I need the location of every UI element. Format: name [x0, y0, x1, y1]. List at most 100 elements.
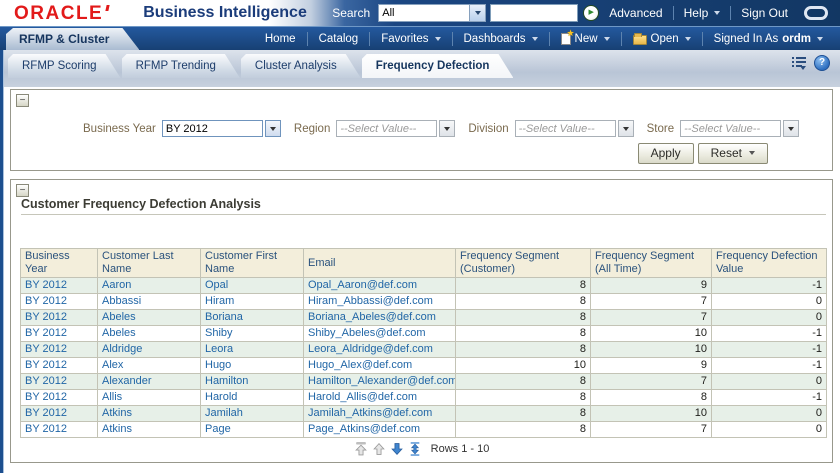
store-select[interactable]: --Select Value--: [680, 120, 781, 137]
region-dropdown-button[interactable]: [439, 120, 455, 137]
nav-dashboards[interactable]: Dashboards: [453, 33, 549, 45]
column-header: Business Year: [21, 249, 98, 278]
table-cell: 0: [712, 294, 827, 310]
search-area: Search All ▶ Advanced Help Sign Out: [332, 4, 832, 22]
chevron-down-icon: [685, 37, 691, 41]
tab-rfmp-scoring[interactable]: RFMP Scoring: [8, 54, 121, 78]
filter-store: Store --Select Value--: [647, 120, 800, 137]
column-header: Frequency Segment (Customer): [456, 249, 591, 278]
table-cell: -1: [712, 390, 827, 406]
pagination-up-icon[interactable]: [372, 442, 386, 456]
column-header: Customer First Name: [201, 249, 304, 278]
table-cell: Hamilton: [201, 374, 304, 390]
collapse-analysis-button[interactable]: −: [16, 184, 29, 197]
division-label: Division: [468, 123, 508, 135]
nav-new[interactable]: ★ New: [550, 33, 621, 45]
table-cell: 0: [712, 374, 827, 390]
table-cell: 8: [456, 374, 591, 390]
chevron-down-icon: [604, 37, 610, 41]
page-left-border: [0, 50, 4, 473]
table-cell: BY 2012: [21, 406, 98, 422]
table-cell: 10: [591, 406, 712, 422]
division-select[interactable]: --Select Value--: [515, 120, 616, 137]
top-header: ORACLE Business Intelligence Search All …: [0, 0, 840, 27]
business-year-select[interactable]: BY 2012: [162, 120, 263, 137]
region-label: Region: [294, 123, 330, 135]
table-cell: Opal: [201, 278, 304, 294]
table-cell: Aaron: [98, 278, 201, 294]
table-cell: 7: [591, 374, 712, 390]
help-icon[interactable]: ?: [814, 55, 830, 71]
table-cell: Atkins: [98, 422, 201, 438]
search-scope-value: All: [379, 5, 469, 21]
search-scope-select[interactable]: All: [378, 4, 486, 22]
nav-open[interactable]: Open: [622, 33, 702, 45]
column-header: Frequency Defection Value: [712, 249, 827, 278]
table-cell: 8: [456, 294, 591, 310]
division-dropdown-button[interactable]: [618, 120, 634, 137]
table-cell: Leora: [201, 342, 304, 358]
go-icon: ▶: [589, 9, 594, 16]
dashboard-tab-rfmp-cluster[interactable]: RFMP & Cluster: [6, 28, 139, 50]
reset-button[interactable]: Reset: [698, 143, 768, 164]
table-cell: 0: [712, 422, 827, 438]
nav-catalog[interactable]: Catalog: [308, 33, 370, 45]
table-cell: 7: [591, 294, 712, 310]
table-cell: Shiby: [201, 326, 304, 342]
pagination-first-icon[interactable]: [354, 442, 368, 456]
region-select[interactable]: --Select Value--: [336, 120, 437, 137]
table-cell: 10: [591, 342, 712, 358]
table-cell: Harold_Allis@def.com: [304, 390, 456, 406]
table-cell: Hiram_Abbassi@def.com: [304, 294, 456, 310]
chevron-down-icon: [469, 5, 485, 21]
table-row: BY 2012AlexHugoHugo_Alex@def.com109-1: [21, 358, 827, 374]
table-cell: BY 2012: [21, 326, 98, 342]
collapse-filters-button[interactable]: −: [16, 94, 29, 107]
page-options-icon[interactable]: [792, 56, 807, 70]
table-cell: Page_Atkins@def.com: [304, 422, 456, 438]
chevron-down-icon: [714, 11, 720, 15]
oracle-ring-icon: [804, 6, 828, 20]
pagination-down-icon[interactable]: [390, 442, 404, 456]
table-cell: Alexander: [98, 374, 201, 390]
tab-cluster-analysis[interactable]: Cluster Analysis: [241, 54, 361, 78]
sign-out-link[interactable]: Sign Out: [731, 6, 798, 20]
table-cell: Atkins: [98, 406, 201, 422]
business-year-dropdown-button[interactable]: [265, 120, 281, 137]
table-cell: Abeles: [98, 310, 201, 326]
table-cell: 9: [591, 358, 712, 374]
help-menu[interactable]: Help: [674, 6, 731, 20]
column-header: Frequency Segment (All Time): [591, 249, 712, 278]
tab-frequency-defection[interactable]: Frequency Defection: [362, 54, 514, 78]
tab-rfmp-trending[interactable]: RFMP Trending: [122, 54, 240, 78]
nav-favorites[interactable]: Favorites: [370, 33, 451, 45]
nav-links: Home Catalog Favorites Dashboards ★ New …: [254, 32, 840, 46]
table-cell: Hiram: [201, 294, 304, 310]
store-dropdown-button[interactable]: [783, 120, 799, 137]
table-cell: 8: [456, 342, 591, 358]
apply-button[interactable]: Apply: [638, 143, 694, 164]
pagination-all-rows-icon[interactable]: [408, 442, 422, 456]
prompt-panel: − Business Year BY 2012 Region --Select …: [10, 89, 833, 171]
table-cell: 10: [456, 358, 591, 374]
signed-in-as-label: Signed In As: [714, 33, 779, 45]
table-row: BY 2012AbelesBorianaBoriana_Abeles@def.c…: [21, 310, 827, 326]
table-cell: Hugo_Alex@def.com: [304, 358, 456, 374]
table-cell: Hamilton_Alexander@def.com: [304, 374, 456, 390]
dashboard-content: − Business Year BY 2012 Region --Select …: [0, 87, 840, 463]
nav-home[interactable]: Home: [254, 33, 307, 45]
table-cell: BY 2012: [21, 422, 98, 438]
table-cell: 8: [456, 406, 591, 422]
business-year-label: Business Year: [83, 123, 156, 135]
table-cell: -1: [712, 342, 827, 358]
search-input[interactable]: [490, 4, 578, 22]
advanced-link[interactable]: Advanced: [599, 6, 672, 20]
table-cell: Abeles: [98, 326, 201, 342]
table-row: BY 2012AldridgeLeoraLeora_Aldridge@def.c…: [21, 342, 827, 358]
table-cell: Jamilah: [201, 406, 304, 422]
store-label: Store: [647, 123, 675, 135]
rows-range-label: Rows 1 - 10: [431, 443, 490, 455]
table-cell: -1: [712, 326, 827, 342]
user-menu[interactable]: Signed In As ordm: [703, 33, 834, 45]
search-go-button[interactable]: ▶: [583, 5, 599, 21]
